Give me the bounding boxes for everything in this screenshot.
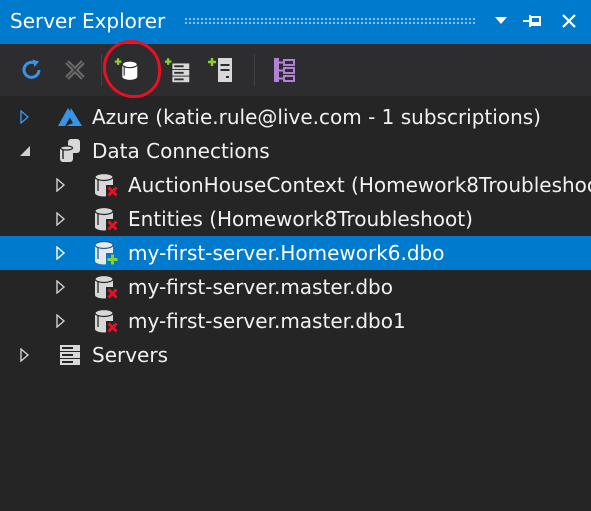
expand-arrow-icon[interactable] <box>54 246 68 260</box>
expand-arrow-icon[interactable] <box>54 280 68 294</box>
tree-item-label: Servers <box>92 343 169 367</box>
connect-to-sharepoint-button[interactable] <box>206 55 236 85</box>
add-sharepoint-icon <box>208 58 232 82</box>
database-error-icon <box>94 172 119 198</box>
toolbar-separator <box>254 54 255 86</box>
expand-arrow-icon[interactable] <box>54 314 68 328</box>
window-title: Server Explorer <box>10 9 166 33</box>
azure-icon <box>58 108 82 126</box>
auto-hide-pin-icon[interactable] <box>521 10 543 32</box>
tree-item-label: Azure (katie.rule@live.com - 1 subscript… <box>92 105 541 129</box>
data-connections-icon <box>59 139 80 162</box>
tree-item-label: my-first-server.Homework6.dbo <box>128 241 445 265</box>
tree-item-connection-selected[interactable]: my-first-server.Homework6.dbo <box>0 236 591 270</box>
database-error-icon <box>94 206 119 232</box>
drag-grip[interactable] <box>184 17 476 25</box>
tree-item-connection[interactable]: AuctionHouseContext (Homework8Troublesho… <box>0 168 591 202</box>
expand-arrow-icon[interactable] <box>54 178 68 192</box>
database-error-icon <box>94 308 119 334</box>
database-connected-icon <box>94 240 119 266</box>
toolbar <box>0 44 591 96</box>
tree-item-azure[interactable]: Azure (katie.rule@live.com - 1 subscript… <box>0 100 591 134</box>
tree-item-label: my-first-server.master.dbo <box>128 275 393 299</box>
tree-item-connection[interactable]: my-first-server.master.dbo <box>0 270 591 304</box>
tree-item-label: AuctionHouseContext (Homework8Troublesho… <box>128 173 591 197</box>
schema-icon <box>274 58 295 82</box>
stop-icon <box>65 60 85 80</box>
toolbar-separator <box>101 54 102 86</box>
title-bar: Server Explorer <box>0 0 591 44</box>
annotation-circle <box>103 40 161 98</box>
servers-icon <box>60 345 80 365</box>
collapse-arrow-icon[interactable] <box>18 144 32 158</box>
close-icon[interactable] <box>558 10 580 32</box>
refresh-button[interactable] <box>17 55 47 85</box>
expand-arrow-icon[interactable] <box>54 212 68 226</box>
tree-item-label: Data Connections <box>92 139 270 163</box>
stop-button[interactable] <box>60 55 90 85</box>
tree-item-label: Entities (Homework8Troubleshoot) <box>128 207 473 231</box>
connect-to-server-button[interactable] <box>163 55 193 85</box>
schema-button[interactable] <box>270 55 300 85</box>
add-server-icon <box>164 58 190 83</box>
window-menu-dropdown-icon[interactable] <box>490 10 512 32</box>
database-error-icon <box>94 274 119 300</box>
expand-arrow-icon[interactable] <box>18 348 32 362</box>
tree-item-label: my-first-server.master.dbo1 <box>128 309 406 333</box>
expand-arrow-icon[interactable] <box>18 110 32 124</box>
tree-item-servers[interactable]: Servers <box>0 338 591 372</box>
refresh-icon <box>22 59 41 79</box>
tree-item-connection[interactable]: Entities (Homework8Troubleshoot) <box>0 202 591 236</box>
tree-item-data-connections[interactable]: Data Connections <box>0 134 591 168</box>
tree-item-connection[interactable]: my-first-server.master.dbo1 <box>0 304 591 338</box>
